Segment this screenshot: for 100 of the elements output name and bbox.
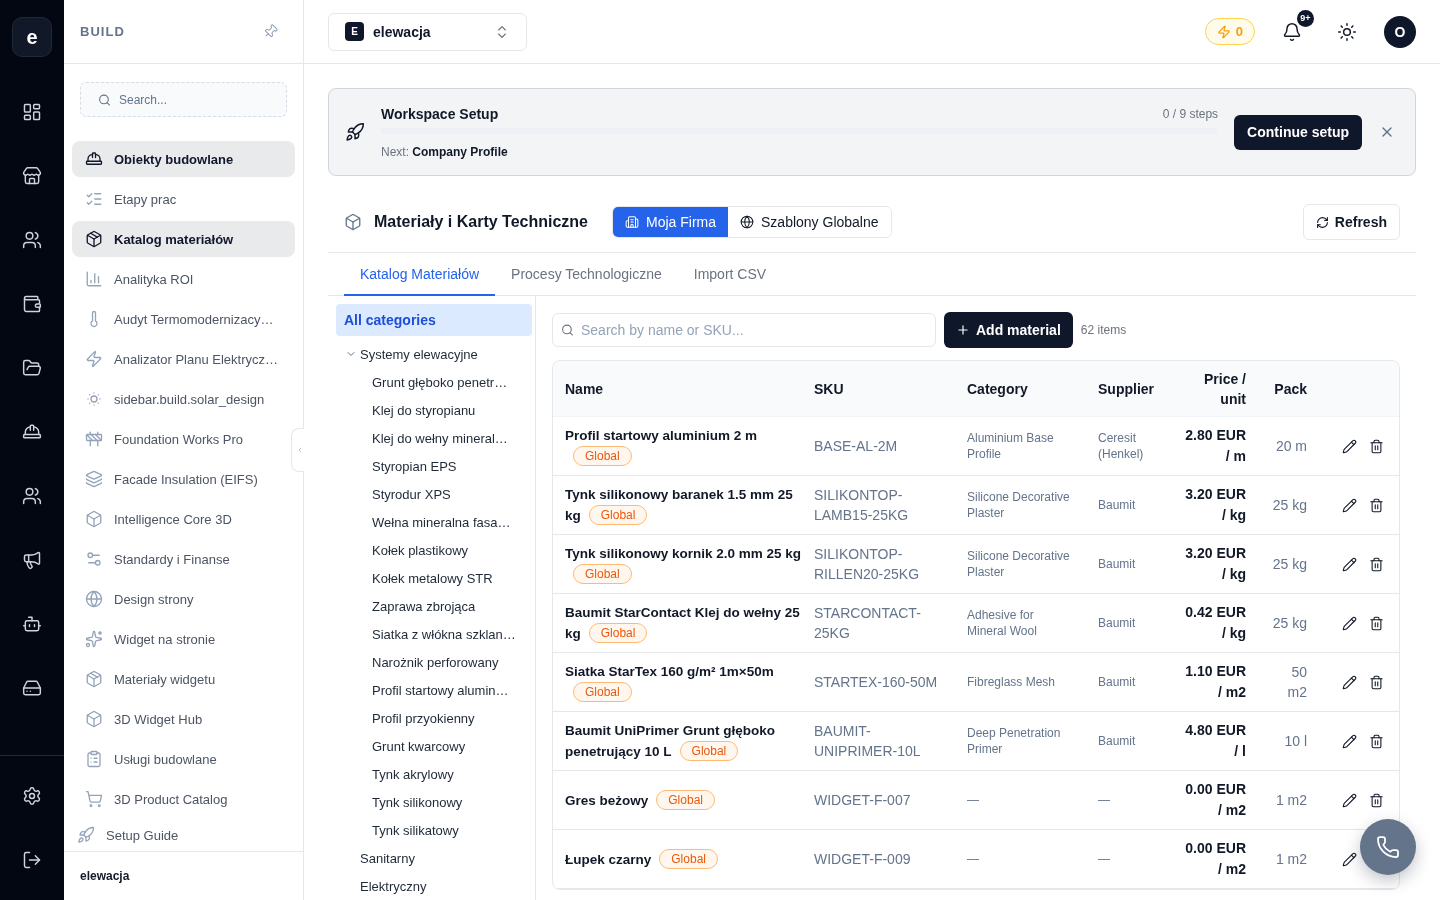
category-cell-text: Silicone Decorative Plaster [967, 548, 1071, 580]
collapse-handle[interactable] [291, 428, 304, 472]
scope-tab[interactable]: Moja Firma [613, 207, 728, 237]
trash-icon[interactable] [1369, 497, 1384, 513]
category-item[interactable]: Tynk silikonowy [336, 788, 532, 816]
material-name-cell: Tynk silikonowy kornik 2.0 mm 25 kg Global [565, 543, 806, 585]
globe-icon [85, 590, 103, 608]
material-name-cell-text: Baumit StarContact Klej do wełny 25 kg Global [565, 604, 801, 644]
clipboard-icon [85, 750, 103, 768]
category-item[interactable]: Klej do wełny mineral… [336, 424, 532, 452]
sun-icon[interactable] [1337, 21, 1357, 42]
avatar[interactable]: O [1384, 15, 1416, 48]
sidebar-item[interactable]: Foundation Works Pro [72, 421, 295, 457]
tab[interactable]: Import CSV [677, 253, 783, 296]
edit-icon[interactable] [1342, 851, 1357, 867]
category-item[interactable]: Grunt głęboko penetr… [336, 368, 532, 396]
search-icon [98, 93, 111, 106]
store-icon[interactable] [22, 166, 42, 186]
refresh-button[interactable]: Refresh [1302, 204, 1400, 240]
bell-icon[interactable] [1282, 21, 1302, 42]
category-item[interactable]: Systemy elewacyjne [336, 340, 532, 368]
sidebar-item[interactable]: Design strony [72, 581, 295, 617]
sidebar-item[interactable]: Materiały widgetu [72, 661, 295, 697]
trash-icon[interactable] [1369, 615, 1384, 631]
setup-guide-link[interactable]: Setup Guide [64, 819, 303, 851]
category-item[interactable]: Wełna mineralna fasa… [336, 508, 532, 536]
category-item[interactable]: Styropian EPS [336, 452, 532, 480]
category-item[interactable]: Siatka z włókna szklan… [336, 620, 532, 648]
sidebar-item[interactable]: Standardy i Finanse [72, 541, 295, 577]
category-item[interactable]: Tynk akrylowy [336, 760, 532, 788]
sidebar-item[interactable]: Analizator Planu Elektrycz… [72, 341, 295, 377]
price-cell-text: 3.20 EUR / kg [1184, 485, 1246, 525]
category-item[interactable]: Profil startowy alumin… [336, 676, 532, 704]
edit-icon[interactable] [1342, 615, 1357, 631]
add-material-button[interactable]: Add material [944, 312, 1073, 348]
hard-hat-icon[interactable] [22, 422, 42, 442]
category-item[interactable]: Kołek plastikowy [336, 536, 532, 564]
trash-icon[interactable] [1369, 556, 1384, 572]
category-item[interactable]: Elektryczny [336, 872, 532, 900]
edit-icon[interactable] [1342, 556, 1357, 572]
pack-cell-text: 10 l [1284, 732, 1307, 751]
search-icon [561, 323, 574, 337]
users-icon[interactable] [22, 230, 42, 250]
sidebar-item[interactable]: Usługi budowlane [72, 741, 295, 777]
edit-icon[interactable] [1342, 497, 1357, 513]
edit-icon[interactable] [1342, 792, 1357, 808]
category-item[interactable]: Klej do styropianu [336, 396, 532, 424]
refresh-icon [1315, 215, 1329, 229]
category-item[interactable]: Zaprawa zbrojąca [336, 592, 532, 620]
supplier-cell: — [1098, 792, 1110, 808]
sidebar-item[interactable]: 3D Widget Hub [72, 701, 295, 737]
category-item[interactable]: Narożnik perforowany [336, 648, 532, 676]
continue-setup-button[interactable]: Continue setup [1234, 114, 1362, 150]
sidebar-item[interactable]: Facade Insulation (EIFS) [72, 461, 295, 497]
search-field[interactable]: Search by name or SKU... [552, 313, 936, 347]
category-item[interactable]: Sanitarny [336, 844, 532, 872]
sidebar-item[interactable]: Etapy prac [72, 181, 295, 217]
dashboard-icon[interactable] [22, 102, 42, 122]
category-item[interactable]: Tynk silikatowy [336, 816, 532, 844]
robot-icon[interactable] [22, 614, 42, 634]
logout-icon[interactable] [22, 850, 42, 870]
sidebar-item[interactable]: Widget na stronie [72, 621, 295, 657]
megaphone-icon[interactable] [22, 550, 42, 570]
supplier-cell: Baumit [1098, 674, 1136, 690]
category-item[interactable]: Grunt kwarcowy [336, 732, 532, 760]
wallet-icon[interactable] [22, 294, 42, 314]
sidebar-item[interactable]: Obiekty budowlane [72, 141, 295, 177]
drive-icon[interactable] [22, 678, 42, 698]
edit-icon[interactable] [1342, 438, 1357, 454]
category-item[interactable]: Profil przyokienny [336, 704, 532, 732]
pack-cell-text: 25 kg [1272, 555, 1307, 574]
users-icon[interactable] [22, 486, 42, 506]
column-header: SKU [814, 379, 844, 399]
trash-icon[interactable] [1369, 674, 1384, 690]
sidebar-item[interactable]: Analityka ROI [72, 261, 295, 297]
material-name-cell: Siatka StarTex 160 g/m² 1m×50m Global [565, 661, 806, 703]
category-item[interactable]: Styrodur XPS [336, 480, 532, 508]
folder-icon[interactable] [22, 358, 42, 378]
sidebar-item[interactable]: sidebar.build.solar_design [72, 381, 295, 417]
sidebar-item[interactable]: Katalog materiałów [72, 221, 295, 257]
sidebar-item[interactable]: Intelligence Core 3D [72, 501, 295, 537]
sparkles-icon [85, 630, 103, 648]
search-field[interactable]: Search... [80, 82, 287, 117]
settings-icon[interactable] [22, 786, 42, 806]
workspace-select[interactable]: E elewacja [328, 12, 527, 51]
category-item[interactable]: Kołek metalowy STR [336, 564, 532, 592]
tab[interactable]: Procesy Technologiczne [495, 253, 678, 296]
trash-icon[interactable] [1369, 733, 1384, 749]
sidebar-item[interactable]: 3D Product Catalog [72, 781, 295, 817]
edit-icon[interactable] [1342, 674, 1357, 690]
trash-icon[interactable] [1369, 792, 1384, 808]
edit-icon[interactable] [1342, 733, 1357, 749]
tab[interactable]: Katalog Materiałów [344, 253, 496, 296]
rocket-icon [345, 122, 365, 142]
section-title: Materiały i Karty Techniczne [374, 213, 588, 231]
sidebar-item[interactable]: Audyt Termomodernizacy… [72, 301, 295, 337]
material-name-cell: Gres beżowy Global [565, 789, 715, 811]
phone-icon [1376, 835, 1400, 859]
category-item[interactable]: All categories [336, 304, 532, 336]
trash-icon[interactable] [1369, 438, 1384, 454]
